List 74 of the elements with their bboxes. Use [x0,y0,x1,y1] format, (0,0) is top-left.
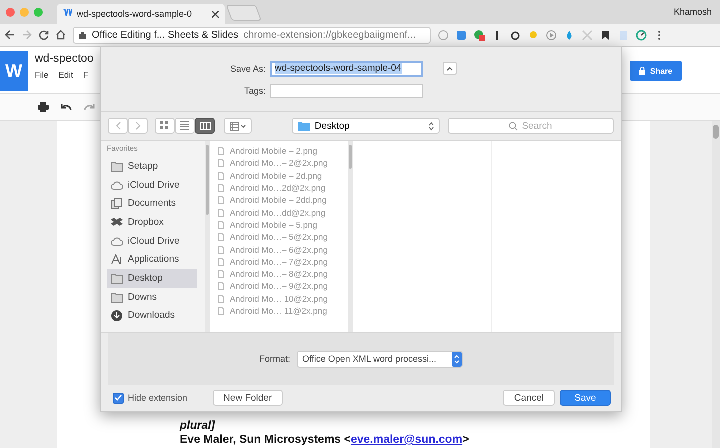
back-icon [116,122,120,130]
sidebar-item[interactable]: Setapp [107,157,197,176]
sidebar-item[interactable]: Desktop [107,269,197,288]
view-icons-icon [160,121,170,131]
menu-item[interactable]: File [35,70,49,80]
back-icon[interactable] [5,30,15,40]
app-logo[interactable]: W [0,51,28,91]
location-popup[interactable]: Desktop [292,118,440,134]
field-label: Save As: [229,64,266,74]
cloud-icon [111,236,123,247]
sidebar-item[interactable]: Downs [107,288,197,306]
browser-tab[interactable]: wd-spectools-word-sample-0 [57,4,225,24]
sidebar-item[interactable]: Applications [107,250,197,270]
dialog-button[interactable]: New Folder [212,390,284,406]
sidebar-item[interactable]: iCloud Drive [107,232,197,250]
sidebar-item[interactable]: Downloads [107,306,197,326]
document-title[interactable]: wd-spectoo [35,53,94,65]
profile-name[interactable]: Khamosh [674,7,720,17]
view-list-icon [180,121,190,131]
author-line: Eve Maler, Sun Microsystems <eve.maler@sun.com> [180,434,470,446]
view-mode-button[interactable] [195,118,215,134]
menu-item[interactable]: F [83,70,89,80]
extension-icon[interactable] [636,30,647,40]
folder-icon [111,292,123,303]
sidebar-item[interactable]: Dropbox [107,213,197,232]
tags-field[interactable] [270,84,423,98]
view-columns-icon [200,121,210,131]
check-icon [115,395,122,401]
forward-icon[interactable] [22,30,32,40]
collapse-button[interactable] [443,62,457,75]
word-logo-icon [63,9,72,19]
format-popup[interactable]: Office Open XML word processi... [296,350,462,368]
field-label: Format: [259,354,290,364]
primary-button[interactable]: Save [560,390,611,406]
dropbox-icon [111,216,123,228]
checkbox[interactable] [113,392,124,404]
scrollbar-thumb[interactable] [713,125,719,139]
dialog-button[interactable]: Cancel [503,390,555,406]
extension-icon[interactable] [600,30,611,40]
folder-icon [111,160,123,172]
updown-icon [452,352,462,366]
close-icon[interactable] [212,10,219,18]
extension-icon[interactable] [510,30,521,40]
redo-icon[interactable] [84,103,95,111]
search-icon [509,122,518,130]
scrollbar-thumb[interactable] [349,145,352,169]
sidebar-item[interactable]: Documents [107,194,197,214]
address-bar[interactable]: Office Editing f... Sheets & Slides chrome-extension://gbkeegbaiigmenf... [73,26,431,44]
scrollbar-thumb[interactable] [206,145,209,215]
sidebar-item[interactable]: iCloud Drive [107,176,197,194]
grid-icon [230,122,239,130]
document-text: plural] [180,420,216,432]
menu-item[interactable]: Edit [58,70,74,80]
caret-icon [447,66,453,70]
undo-icon[interactable] [61,103,72,111]
updown-icon [428,122,434,130]
caret-icon [240,124,246,128]
email-link[interactable]: eve.maler@sun.com [350,434,463,446]
back-button[interactable] [108,118,128,134]
checkbox-label[interactable]: Hide extension [128,393,188,403]
lock-icon [639,67,646,75]
cloud-icon [111,180,123,191]
reload-icon[interactable] [39,30,49,40]
home-icon[interactable] [56,30,66,40]
download-icon [111,310,123,322]
field-label: Tags: [243,86,266,96]
filename-field[interactable]: wd-spectools-word-sample-04 [270,60,423,76]
forward-icon [136,122,140,130]
folder-icon [111,272,123,284]
arrange-button[interactable] [224,118,252,134]
share-button[interactable]: Share [630,61,682,81]
apps-icon [111,254,123,266]
forward-button[interactable] [128,118,148,134]
documents-icon [111,198,123,210]
